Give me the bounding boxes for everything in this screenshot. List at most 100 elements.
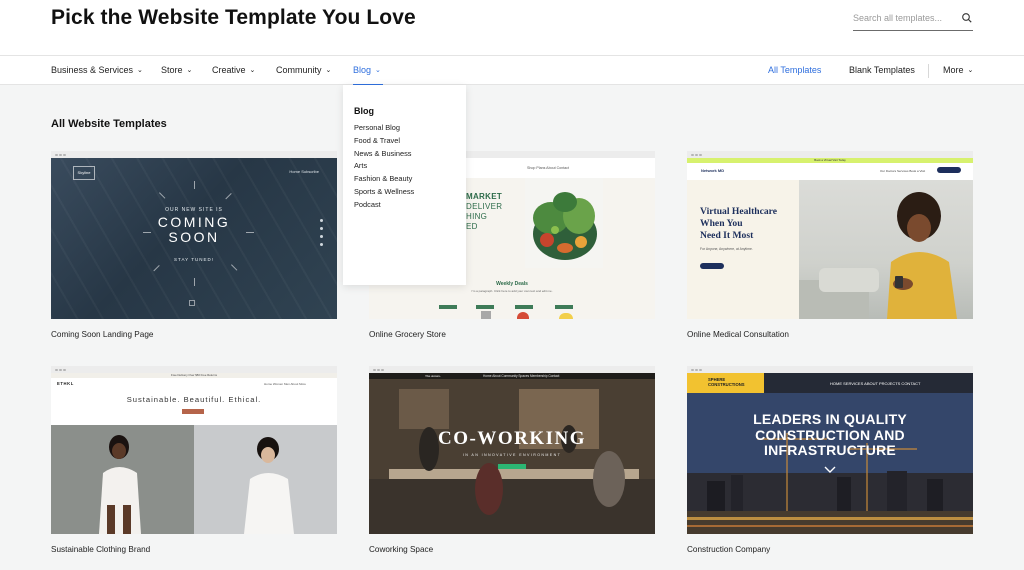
thumb-section-subtitle: I'm a paragraph. Click here to add your …: [471, 289, 553, 293]
thumb-headline-line: INFRASTRUCTURE: [764, 442, 896, 458]
thumb-logo: SPHERE CONSTRUCTIONS: [708, 377, 745, 387]
nav-label: Blank Templates: [849, 65, 915, 75]
search-input[interactable]: [853, 13, 953, 23]
nav-divider: [928, 64, 929, 78]
nav-blank-templates[interactable]: Blank Templates: [849, 65, 915, 75]
dropdown-item-news-business[interactable]: News & Business: [354, 148, 466, 161]
model-image: [99, 435, 141, 534]
thumb-nav: HOME SERVICES ABOUT PROJECTS CONTACT: [830, 381, 921, 386]
nav-creative[interactable]: Creative ⌄: [212, 65, 255, 75]
chevron-down-icon: ⌄: [186, 67, 193, 74]
template-thumbnail[interactable]: The Annex. Home About Community Spaces M…: [369, 366, 655, 534]
thumb-cta: [937, 167, 961, 173]
top-header: Pick the Website Template You Love: [0, 0, 1024, 55]
nav-business-services[interactable]: Business & Services ⌄: [51, 65, 143, 75]
template-thumbnail[interactable]: SPHERE CONSTRUCTIONS HOME SERVICES ABOUT…: [687, 366, 973, 534]
template-label[interactable]: Online Grocery Store: [369, 330, 446, 339]
chevron-down-icon: ⌄: [375, 67, 381, 74]
template-card-coming-soon[interactable]: Skyline Home Subscribe OUR NEW SITE IS C…: [51, 151, 337, 339]
thumb-logo: Skyline: [73, 166, 95, 180]
nav-label: Blog: [353, 65, 372, 75]
nav-store[interactable]: Store ⌄: [161, 65, 192, 75]
template-label[interactable]: Online Medical Consultation: [687, 330, 789, 339]
nav-more[interactable]: More ⌄: [943, 65, 973, 75]
thumb-eyebrow: OUR NEW SITE IS: [165, 207, 223, 213]
thumb-button: [182, 409, 204, 414]
decor-tick: [143, 232, 151, 233]
nav-label: More: [943, 65, 964, 75]
thumb-nav: Shop Plans About Contact: [527, 166, 569, 170]
dropdown-item-food-travel[interactable]: Food & Travel: [354, 135, 466, 148]
nav-community[interactable]: Community ⌄: [276, 65, 331, 75]
thumb-headline-line: HING: [466, 212, 488, 221]
decor-tick: [194, 278, 195, 286]
product-tag: [439, 305, 457, 309]
dropdown-item-sports-wellness[interactable]: Sports & Wellness: [354, 186, 466, 199]
dropdown-item-arts[interactable]: Arts: [354, 160, 466, 173]
product-tag: [515, 305, 533, 309]
vegetables-image: [525, 178, 603, 268]
dropdown-item-personal-blog[interactable]: Personal Blog: [354, 122, 466, 135]
search-icon[interactable]: [961, 12, 973, 24]
product-tag: [476, 305, 494, 309]
decor-tick: [194, 181, 195, 189]
nav-label: Community: [276, 65, 322, 75]
dropdown-heading[interactable]: Blog: [354, 106, 466, 116]
thumb-logo: Network MD: [701, 168, 725, 173]
template-thumbnail[interactable]: Skyline Home Subscribe OUR NEW SITE IS C…: [51, 151, 337, 319]
thumb-headline-line: Virtual Healthcare: [700, 206, 777, 217]
model-image: [244, 437, 294, 534]
nav-blog[interactable]: Blog ⌄: [353, 65, 383, 86]
template-thumbnail[interactable]: Book a Virtual Visit Today Network MD Ou…: [687, 151, 973, 319]
thumb-headline: MARKET DELIVER HING ED: [466, 192, 502, 232]
browser-chrome: [369, 366, 655, 373]
nav-all-templates[interactable]: All Templates: [768, 65, 821, 75]
thumb-nav: Our Doctors Services Book a Visit: [880, 169, 926, 173]
thumb-headline-line: Need It Most: [700, 230, 754, 241]
dropdown-item-podcast[interactable]: Podcast: [354, 199, 466, 212]
decor-tick: [246, 232, 254, 233]
thumb-nav: Home About Community Spaces Membership C…: [483, 374, 560, 378]
blog-dropdown-menu: Blog Personal Blog Food & Travel News & …: [343, 85, 466, 285]
dropdown-item-fashion-beauty[interactable]: Fashion & Beauty: [354, 173, 466, 186]
thumb-nav: Home Subscribe: [289, 169, 319, 174]
template-card-medical[interactable]: Book a Virtual Visit Today Network MD Ou…: [687, 151, 973, 339]
browser-chrome: [51, 151, 337, 158]
thumb-logo: ETHKL: [57, 381, 74, 386]
chevron-down-icon: [824, 466, 836, 473]
thumb-headline-line: COMING: [157, 214, 231, 230]
template-card-clothing[interactable]: Free Delivery Over $50 Free Returns ETHK…: [51, 366, 337, 554]
template-label[interactable]: Sustainable Clothing Brand: [51, 545, 150, 554]
thumb-footer-text: STAY TUNED!: [174, 257, 214, 262]
template-label[interactable]: Coming Soon Landing Page: [51, 330, 153, 339]
thumb-banner-text: Book a Virtual Visit Today: [814, 158, 846, 162]
template-card-construction[interactable]: SPHERE CONSTRUCTIONS HOME SERVICES ABOUT…: [687, 366, 973, 554]
product-tag: [555, 305, 573, 309]
thumb-subtext: For Anyone, Anywhere, at Anytime.: [700, 247, 753, 251]
chevron-down-icon: ⌄: [249, 67, 256, 74]
nav-label: Store: [161, 65, 183, 75]
template-label[interactable]: Coworking Space: [369, 545, 433, 554]
thumb-headline-line: ED: [466, 222, 478, 231]
product-image: [559, 313, 573, 319]
chevron-down-icon: ⌄: [967, 67, 974, 74]
thumb-photo-left: [51, 425, 194, 534]
browser-chrome: [687, 366, 973, 373]
thumb-headline: LEADERS IN QUALITY CONSTRUCTION AND INFR…: [687, 411, 973, 459]
thumb-headline: Sustainable. Beautiful. Ethical.: [126, 395, 262, 404]
chevron-down-icon: ⌄: [325, 67, 332, 74]
thumb-headline: CO-WORKING: [438, 428, 586, 449]
section-title: All Website Templates: [51, 118, 167, 130]
product-image: [517, 312, 529, 319]
nav-label: Business & Services: [51, 65, 134, 75]
template-thumbnail[interactable]: Free Delivery Over $50 Free Returns ETHK…: [51, 366, 337, 534]
thumb-banner-text: Free Delivery Over $50 Free Returns: [170, 373, 217, 377]
thumb-button: [700, 263, 724, 269]
thumb-button: [498, 464, 526, 469]
thumb-headline-line: MARKET: [466, 192, 503, 201]
page-title: Pick the Website Template You Love: [51, 6, 416, 29]
template-label[interactable]: Construction Company: [687, 545, 770, 554]
template-card-coworking[interactable]: The Annex. Home About Community Spaces M…: [369, 366, 655, 554]
thumb-nav: Home Women Men About More: [264, 382, 306, 386]
browser-chrome: [51, 366, 337, 373]
